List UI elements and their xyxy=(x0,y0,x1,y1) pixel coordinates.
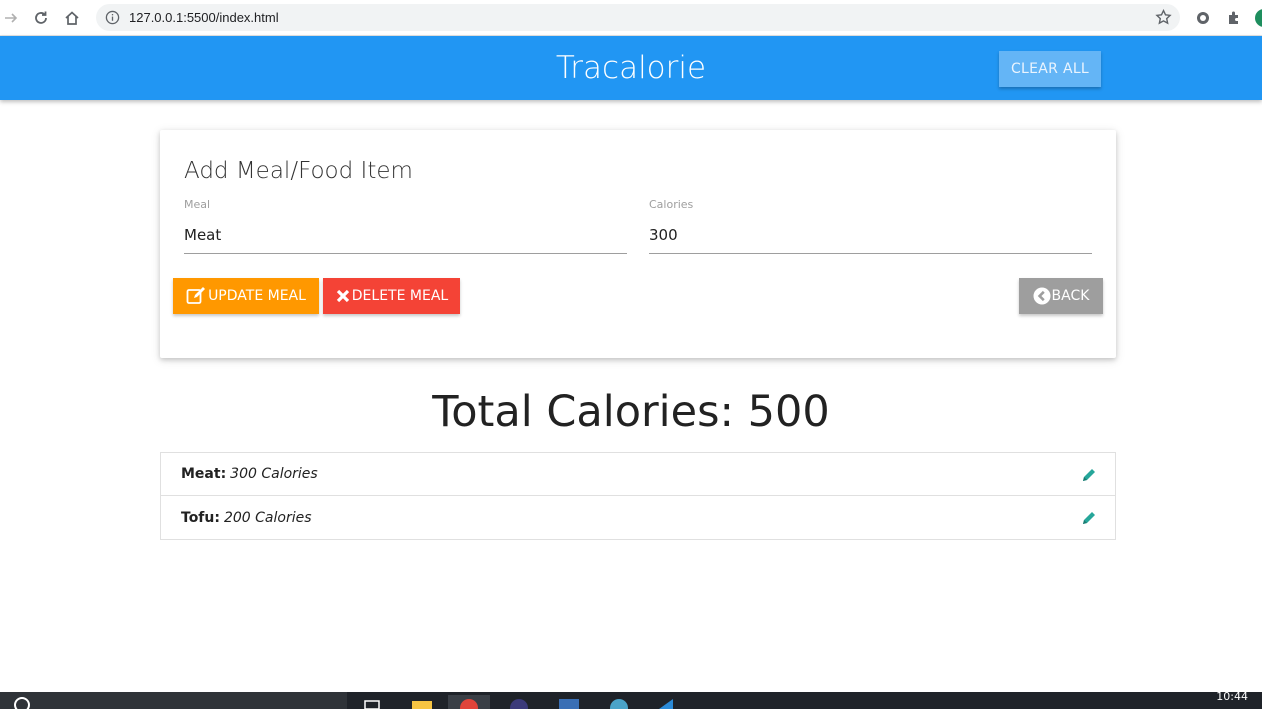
list-item: Tofu: 200 Calories xyxy=(161,496,1115,539)
calories-input[interactable] xyxy=(649,216,1092,254)
profile-avatar-icon[interactable] xyxy=(1254,8,1262,28)
os-taskbar: 10:44 xyxy=(0,690,1262,714)
extensions-puzzle-icon[interactable] xyxy=(1224,8,1244,28)
total-calories: Total Calories: 500 xyxy=(432,387,830,437)
delete-meal-button[interactable]: DELETE MEAL xyxy=(323,278,460,314)
meal-label: Meal xyxy=(184,198,211,211)
browser-app-icon[interactable] xyxy=(607,695,631,714)
update-meal-button[interactable]: UPDATE MEAL xyxy=(173,278,319,314)
list-item: Meat: 300 Calories xyxy=(161,453,1115,496)
task-view-icon[interactable] xyxy=(360,695,384,710)
pencil-icon[interactable] xyxy=(1081,467,1097,483)
forward-arrow-icon[interactable] xyxy=(0,7,22,29)
item-calories: 200 Calories xyxy=(223,509,312,526)
meal-form-card: Add Meal/Food Item Meal Calories UPDATE … xyxy=(160,130,1116,358)
clear-all-button[interactable]: CLEAR ALL xyxy=(999,51,1101,87)
delete-meal-label: DELETE MEAL xyxy=(351,288,449,304)
home-icon[interactable] xyxy=(61,7,83,29)
item-name: Tofu: xyxy=(181,509,220,526)
close-x-icon xyxy=(336,289,349,303)
reload-icon[interactable] xyxy=(30,7,52,29)
back-label: BACK xyxy=(1051,288,1090,304)
vscode-icon[interactable] xyxy=(655,695,679,709)
edit-square-icon xyxy=(186,287,206,304)
app-navbar: Tracalorie CLEAR ALL xyxy=(0,36,1262,100)
search-icon xyxy=(14,697,30,709)
taskbar-search-box[interactable] xyxy=(0,692,347,709)
file-explorer-icon[interactable] xyxy=(410,695,434,709)
calories-label: Calories xyxy=(649,198,694,211)
meal-input[interactable] xyxy=(184,216,627,254)
browser-toolbar: 127.0.0.1:5500/index.html xyxy=(0,0,1262,36)
item-name: Meat: xyxy=(181,466,227,482)
update-meal-label: UPDATE MEAL xyxy=(208,288,306,304)
pencil-icon[interactable] xyxy=(1081,510,1097,526)
url-text[interactable]: 127.0.0.1:5500/index.html xyxy=(129,10,279,25)
eclipse-icon[interactable] xyxy=(507,695,531,714)
address-bar[interactable]: 127.0.0.1:5500/index.html xyxy=(96,4,1180,31)
taskbar-clock[interactable]: 10:44 xyxy=(1216,690,1248,703)
chrome-icon[interactable] xyxy=(448,695,490,714)
bookmark-star-icon[interactable] xyxy=(1155,9,1172,26)
back-button[interactable]: BACK xyxy=(1019,278,1103,314)
extension-circle-icon[interactable] xyxy=(1193,8,1213,28)
chevron-left-circle-icon xyxy=(1033,287,1051,305)
site-info-icon[interactable] xyxy=(105,10,120,25)
form-title: Add Meal/Food Item xyxy=(184,158,413,184)
item-list: Meat: 300 Calories Tofu: 200 Calories xyxy=(160,452,1116,540)
item-calories: 300 Calories xyxy=(230,466,318,482)
app-icon[interactable] xyxy=(557,695,581,709)
